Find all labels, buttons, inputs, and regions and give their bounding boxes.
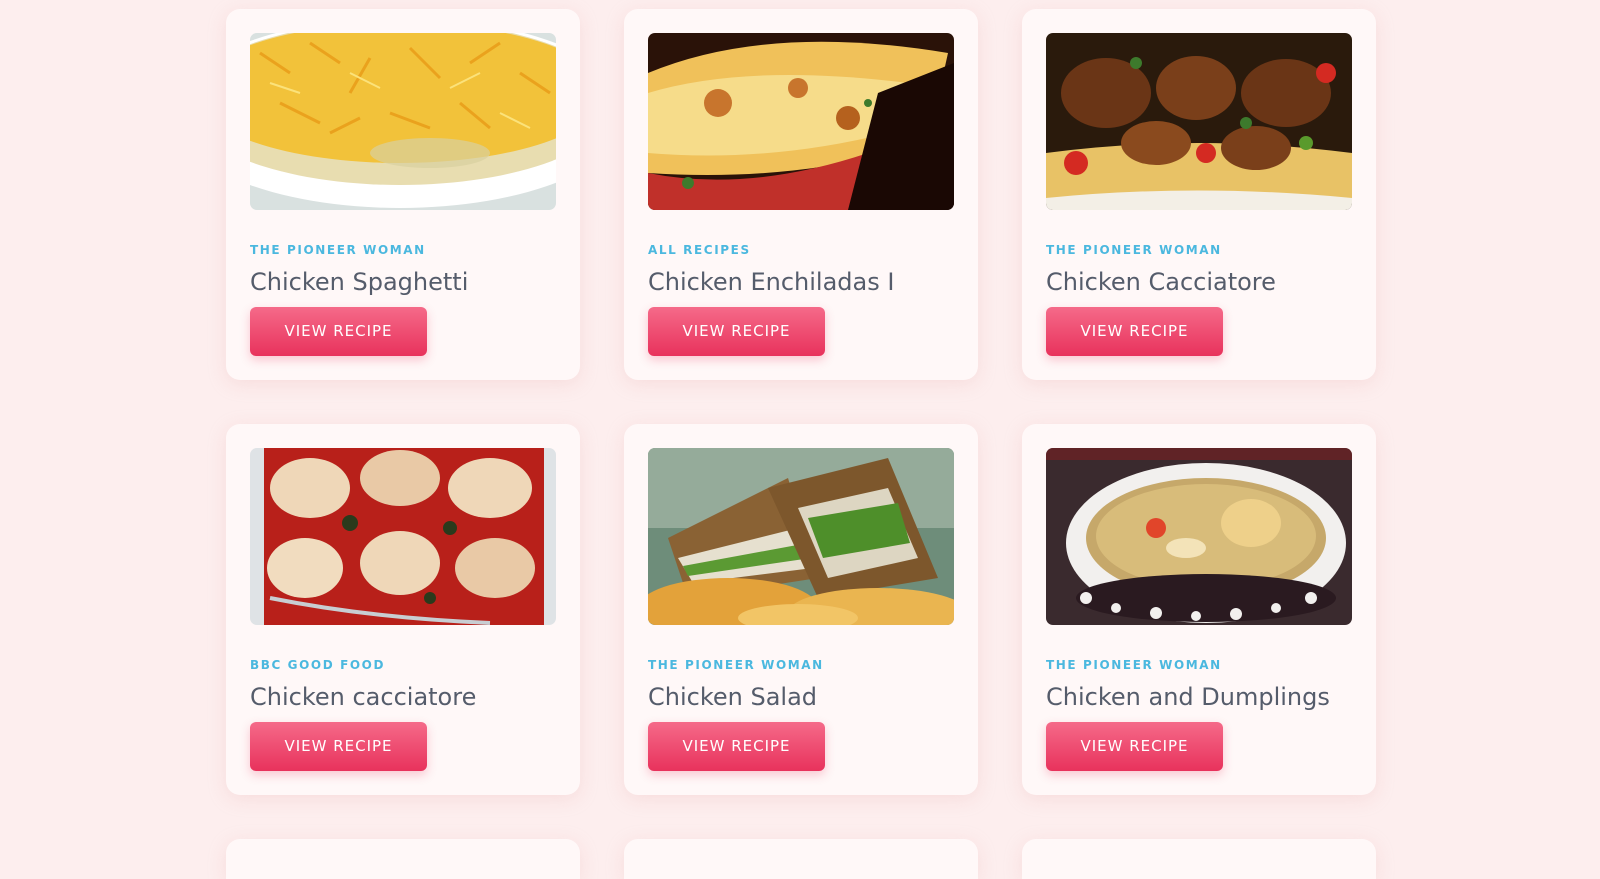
recipe-image[interactable]: [648, 33, 954, 210]
recipe-source: THE PIONEER WOMAN: [250, 243, 426, 257]
recipe-card-partial: [226, 839, 580, 879]
recipe-source: THE PIONEER WOMAN: [1046, 658, 1222, 672]
recipe-card: BBC GOOD FOOD Chicken cacciatore VIEW RE…: [226, 424, 580, 795]
recipe-title: Chicken Spaghetti: [250, 268, 469, 296]
recipe-card: THE PIONEER WOMAN Chicken Cacciatore VIE…: [1022, 9, 1376, 380]
view-recipe-button[interactable]: VIEW RECIPE: [1046, 307, 1223, 356]
recipe-image[interactable]: [648, 448, 954, 625]
recipe-title: Chicken Salad: [648, 683, 818, 711]
view-recipe-button[interactable]: VIEW RECIPE: [250, 722, 427, 771]
recipe-card: ALL RECIPES Chicken Enchiladas I VIEW RE…: [624, 9, 978, 380]
view-recipe-button[interactable]: VIEW RECIPE: [648, 722, 825, 771]
recipe-title: Chicken Enchiladas I: [648, 268, 895, 296]
recipe-title: Chicken Cacciatore: [1046, 268, 1276, 296]
recipe-source: THE PIONEER WOMAN: [648, 658, 824, 672]
recipe-card: THE PIONEER WOMAN Chicken and Dumplings …: [1022, 424, 1376, 795]
recipe-card: THE PIONEER WOMAN Chicken Salad VIEW REC…: [624, 424, 978, 795]
recipe-card-partial: [624, 839, 978, 879]
recipe-source: THE PIONEER WOMAN: [1046, 243, 1222, 257]
recipe-source: ALL RECIPES: [648, 243, 751, 257]
recipe-image[interactable]: [1046, 33, 1352, 210]
view-recipe-button[interactable]: VIEW RECIPE: [250, 307, 427, 356]
recipe-card: THE PIONEER WOMAN Chicken Spaghetti VIEW…: [226, 9, 580, 380]
recipe-image[interactable]: [250, 33, 556, 210]
view-recipe-button[interactable]: VIEW RECIPE: [1046, 722, 1223, 771]
recipe-title: Chicken cacciatore: [250, 683, 477, 711]
recipe-source: BBC GOOD FOOD: [250, 658, 386, 672]
recipe-image[interactable]: [250, 448, 556, 625]
recipe-title: Chicken and Dumplings: [1046, 683, 1330, 711]
recipe-grid: THE PIONEER WOMAN Chicken Spaghetti VIEW…: [226, 9, 1376, 879]
recipe-card-partial: [1022, 839, 1376, 879]
recipe-image[interactable]: [1046, 448, 1352, 625]
view-recipe-button[interactable]: VIEW RECIPE: [648, 307, 825, 356]
